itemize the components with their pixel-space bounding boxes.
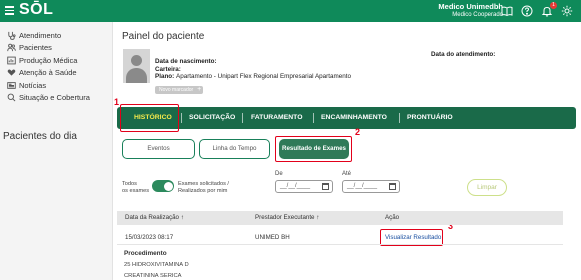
toggle-my-exams-label: Exames solicitados / Realizados por mim [178, 181, 229, 194]
results-table-header: Data da Realização ↑ Prestador Executant… [117, 211, 563, 225]
procedure-item: 25 HIDROXIVITAMINA D [124, 262, 189, 268]
procedure-item: CREATININA SERICA [124, 273, 182, 279]
sidebar-nav: Atendimento Pacientes Produção Médica At… [0, 22, 112, 104]
top-bar: SŌL Medico Unimedbh Medico Cooperado 1 [0, 0, 581, 22]
book-icon[interactable] [501, 5, 513, 17]
notification-badge: 1 [550, 2, 557, 9]
patient-info: Data de nascimento: Carteira: Plano: Apa… [155, 58, 351, 81]
sidebar-item-label: Situação e Cobertura [19, 93, 90, 103]
plan-value: Apartamento - Unipart Flex Regional Empr… [176, 73, 351, 80]
heart-hand-icon [6, 68, 16, 77]
newspaper-icon [6, 81, 16, 90]
clear-button[interactable]: Limpar [467, 179, 507, 196]
page-title: Painel do paciente [122, 31, 205, 42]
annotation-number-2: 2 [355, 127, 361, 137]
user-name: Medico Unimedbh [438, 2, 503, 11]
from-date-input[interactable]: __/__/____ [275, 180, 333, 193]
row-date: 15/03/2023 08:17 [125, 234, 174, 241]
tab-solicitacao[interactable]: SOLICITAÇÃO [189, 107, 235, 129]
users-icon [6, 43, 16, 52]
notification-bell-icon[interactable]: 1 [541, 2, 557, 17]
toggle-left-line-2: os exames [122, 187, 150, 194]
tab-divider [242, 113, 243, 123]
tab-divider [181, 113, 182, 123]
column-action: Ação [385, 214, 400, 221]
from-date-placeholder: __/__/____ [280, 183, 311, 189]
view-result-link[interactable]: Visualizar Resultado [385, 230, 441, 245]
subtab-linha-do-tempo[interactable]: Linha do Tempo [199, 139, 270, 159]
sidebar-item-label: Atenção à Saúde [19, 68, 77, 78]
calendar-icon[interactable] [322, 183, 329, 190]
from-date-label: De [275, 171, 283, 177]
add-marker-label: Novo marcador [159, 87, 194, 93]
toggle-all-exams-label: Todos os exames [122, 181, 149, 194]
tab-prontuario[interactable]: PRONTUÁRIO [407, 107, 453, 129]
subtab-eventos[interactable]: Eventos [122, 139, 195, 159]
user-role: Medico Cooperado [452, 12, 503, 18]
stethoscope-icon [6, 31, 16, 40]
sidebar-item-label: Pacientes [19, 43, 52, 53]
sidebar-item-noticias[interactable]: Notícias [0, 79, 112, 92]
tab-divider [399, 113, 400, 123]
sidebar-item-atendimento[interactable]: Atendimento [0, 29, 112, 42]
card-label: Carteira: [155, 65, 181, 73]
app-logo[interactable]: SŌL [19, 1, 53, 19]
tab-encaminhamento[interactable]: ENCAMINHAMENTO [321, 107, 387, 129]
annotation-box-1 [120, 104, 179, 132]
plan-label: Plano: [155, 73, 175, 80]
top-icons: 1 [501, 2, 573, 19]
tab-faturamento[interactable]: FATURAMENTO [251, 107, 302, 129]
hamburger-menu-icon[interactable] [5, 6, 14, 15]
toggle-right-line-1: Exames solicitados / [178, 181, 229, 187]
tab-divider [313, 113, 314, 123]
add-marker-button[interactable]: Novo marcador + [155, 86, 204, 94]
plan-row: Plano: Apartamento - Unipart Flex Region… [155, 73, 351, 81]
chart-icon [6, 56, 16, 65]
user-info[interactable]: Medico Unimedbh Medico Cooperado [438, 2, 503, 19]
birth-date-label: Data de nascimento: [155, 58, 217, 65]
to-date-input[interactable]: __/__/____ [342, 180, 400, 193]
sidebar-item-label: Produção Médica [19, 55, 78, 65]
calendar-icon[interactable] [389, 183, 396, 190]
exam-filter-toggle[interactable] [152, 180, 174, 192]
search-shield-icon [6, 93, 16, 102]
sidebar-item-situacao-cobertura[interactable]: Situação e Cobertura [0, 92, 112, 105]
sidebar-item-label: Notícias [19, 80, 47, 90]
toggle-right-line-2: Realizados por mim [178, 187, 228, 194]
patient-tabs: HISTÓRICO SOLICITAÇÃO FATURAMENTO ENCAMI… [117, 107, 576, 129]
patient-avatar [123, 49, 150, 83]
procedure-title: Procedimento [124, 250, 167, 257]
sidebar: Atendimento Pacientes Produção Médica At… [0, 22, 113, 280]
sidebar-item-producao-medica[interactable]: Produção Médica [0, 54, 112, 67]
plus-icon: + [197, 86, 202, 93]
column-date[interactable]: Data da Realização ↑ [125, 211, 184, 225]
annotation-number-1: 1 [114, 97, 120, 107]
table-row: 15/03/2023 08:17 UNIMED BH Visualizar Re… [117, 230, 563, 245]
column-provider[interactable]: Prestador Executante ↑ [255, 211, 319, 225]
sidebar-item-atencao-saude[interactable]: Atenção à Saúde [0, 67, 112, 80]
patients-of-day-heading: Pacientes do dia [3, 131, 77, 142]
row-provider: UNIMED BH [255, 234, 290, 241]
help-icon[interactable] [521, 5, 533, 17]
sidebar-item-label: Atendimento [19, 30, 62, 40]
attendance-date-label: Data do atendimento: [431, 51, 496, 58]
to-date-label: Até [342, 171, 352, 177]
annotation-box-2 [275, 136, 352, 162]
settings-icon[interactable] [561, 5, 573, 17]
to-date-placeholder: __/__/____ [347, 183, 378, 189]
sidebar-item-pacientes[interactable]: Pacientes [0, 42, 112, 55]
